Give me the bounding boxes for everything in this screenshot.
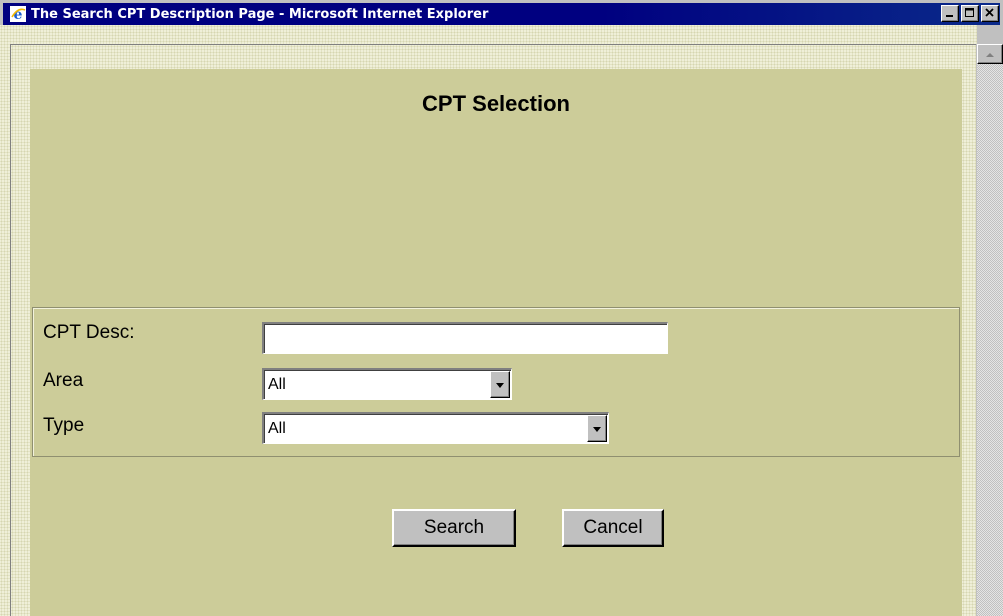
arrow-up-icon [985,45,995,63]
minimize-button[interactable] [941,5,959,22]
minimize-icon [945,5,955,23]
content-panel: CPT Selection CPT Desc: Area All Type Al… [30,69,962,616]
maximize-icon [965,5,975,23]
maximize-button[interactable] [961,5,979,22]
chevron-down-icon [495,376,505,394]
type-dropdown-button[interactable] [587,415,607,442]
area-label: Area [43,370,84,391]
page-margin-top [0,25,977,44]
area-selected-value: All [268,376,286,393]
search-button[interactable]: Search [392,509,516,547]
cancel-button[interactable]: Cancel [562,509,664,547]
close-icon [985,5,995,23]
page-title: CPT Selection [422,91,570,116]
search-form: CPT Desc: Area All Type All [32,307,960,457]
close-button[interactable] [981,5,999,22]
browser-window: e The Search CPT Description Page - Micr… [0,0,1003,616]
area-select[interactable]: All [262,368,512,400]
title-bar[interactable]: e The Search CPT Description Page - Micr… [3,3,1000,25]
window-title: The Search CPT Description Page - Micros… [31,6,489,22]
vertical-scrollbar[interactable] [977,44,1003,616]
window-controls [939,5,999,22]
type-select[interactable]: All [262,412,609,444]
type-label: Type [43,415,85,436]
scroll-up-button[interactable] [977,44,1003,64]
ie-logo-icon: e [9,5,27,23]
area-dropdown-button[interactable] [490,371,510,398]
cpt-desc-input[interactable] [262,322,668,354]
type-selected-value: All [268,420,286,437]
chevron-down-icon [592,420,602,438]
page-viewport: CPT Selection CPT Desc: Area All Type Al… [10,44,976,616]
page-margin-left [0,25,10,616]
cpt-desc-label: CPT Desc: [43,322,135,343]
